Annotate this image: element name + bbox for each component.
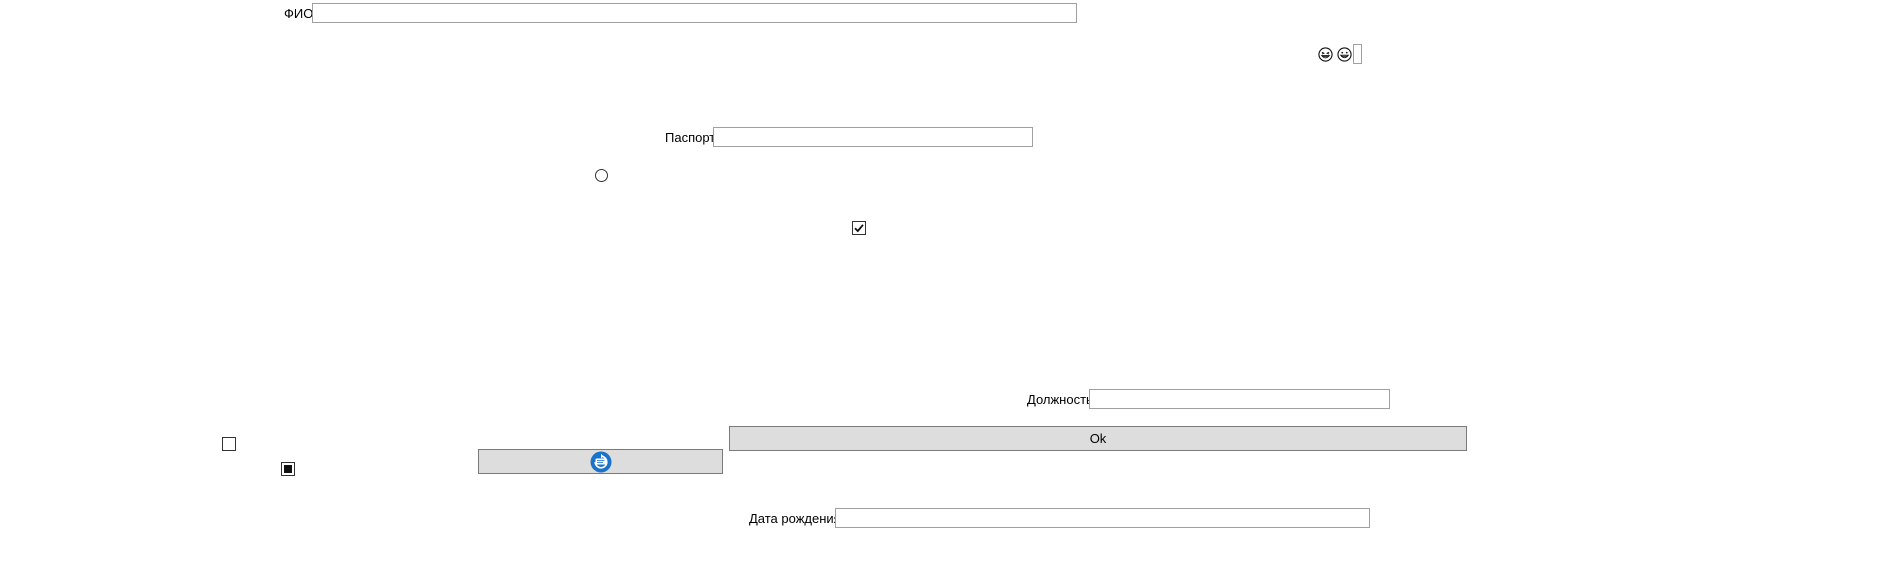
- fio-label: ФИО: [284, 6, 314, 21]
- checkbox-unchecked[interactable]: [222, 437, 236, 451]
- fio-input[interactable]: [312, 3, 1077, 23]
- checkbox-checked[interactable]: [852, 221, 866, 235]
- refresh-button[interactable]: [478, 449, 723, 474]
- checkbox-indeterminate[interactable]: [281, 462, 295, 476]
- radio-button[interactable]: [595, 169, 608, 182]
- checkmark-icon: [854, 224, 864, 233]
- birthdate-input[interactable]: [835, 508, 1370, 528]
- passport-input[interactable]: [713, 127, 1033, 147]
- form-window: ФИО Паспорт Должность Ok Дата рождения: [0, 0, 1885, 570]
- indeterminate-mark: [284, 465, 292, 473]
- position-input[interactable]: [1089, 389, 1390, 409]
- position-label: Должность: [1027, 392, 1093, 407]
- ok-button[interactable]: Ok: [729, 426, 1467, 451]
- passport-label: Паспорт: [665, 130, 716, 145]
- grinning-squinting-face-icon[interactable]: [1318, 47, 1333, 62]
- small-input-box[interactable]: [1353, 44, 1362, 64]
- birthdate-label: Дата рождения: [749, 511, 841, 526]
- ok-button-label: Ok: [1089, 431, 1107, 446]
- blue-refresh-icon: [590, 451, 611, 472]
- grinning-face-icon[interactable]: [1337, 47, 1352, 62]
